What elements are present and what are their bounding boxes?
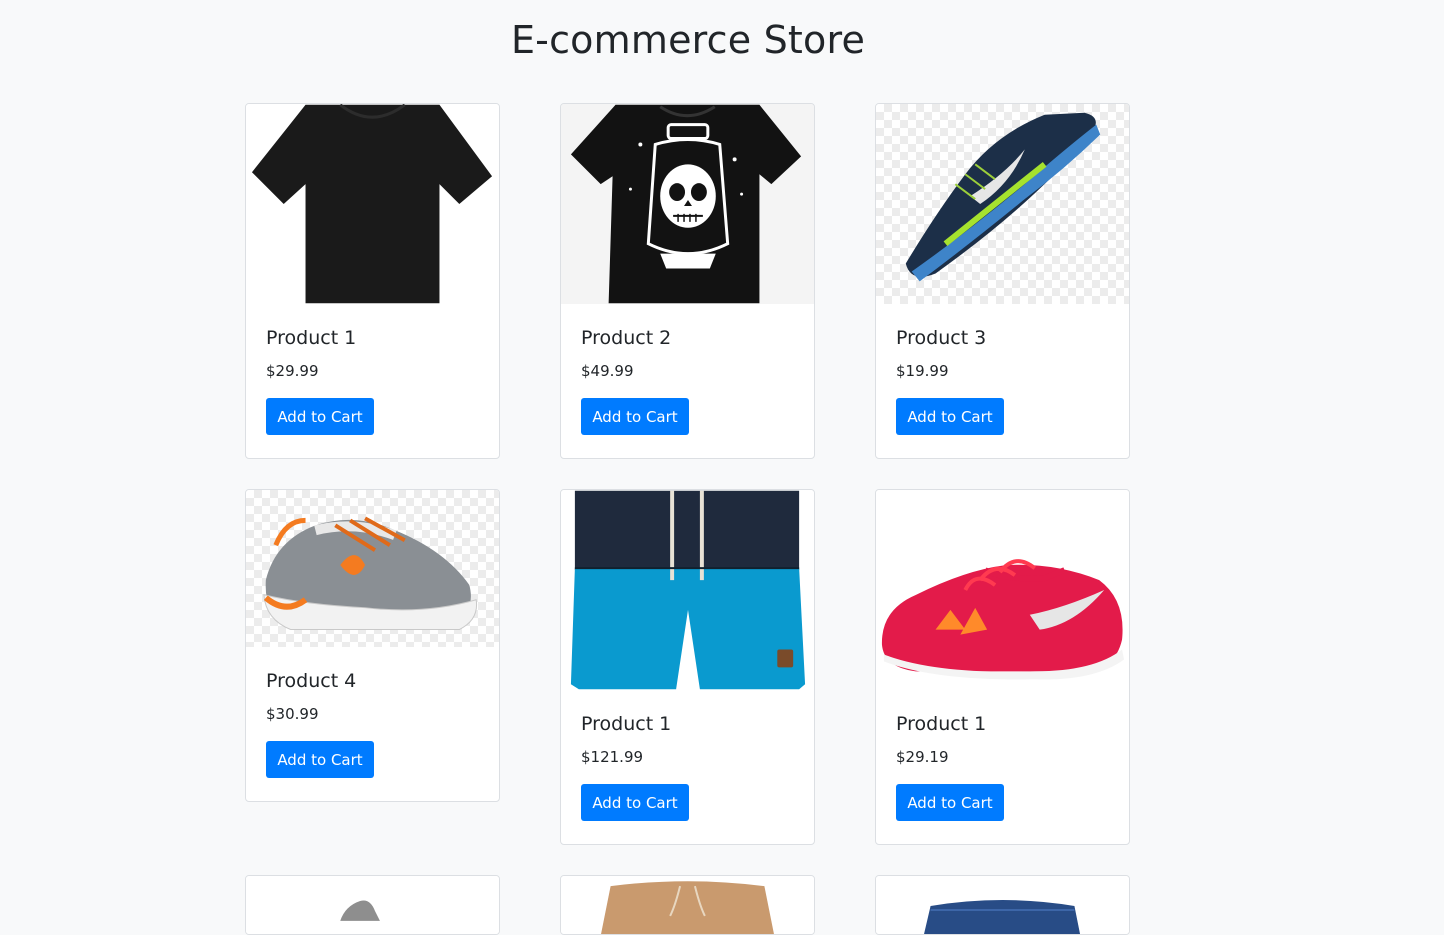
denim-shorts-image[interactable] [876,876,1129,934]
add-to-cart-button[interactable]: Add to Cart [266,398,374,435]
add-to-cart-button[interactable]: Add to Cart [581,398,689,435]
red-running-shoe-image[interactable] [876,490,1129,690]
product-price: $29.19 [896,748,949,766]
add-to-cart-button[interactable]: Add to Cart [896,398,1004,435]
blue-swim-shorts-image[interactable] [561,490,814,690]
product-card: Product 3 $19.99 Add to Cart [875,103,1130,459]
tan-shorts-image[interactable] [561,876,814,934]
skull-print-tshirt-image[interactable] [561,104,814,304]
product-name: Product 1 [896,713,987,735]
product-card [245,875,500,935]
add-to-cart-button[interactable]: Add to Cart [896,784,1004,821]
product-card: Product 1 $29.99 Add to Cart [245,103,500,459]
product-name: Product 1 [266,327,357,349]
product-price: $30.99 [266,705,319,723]
product-card [875,875,1130,935]
add-to-cart-button[interactable]: Add to Cart [581,784,689,821]
blue-running-shoe-image[interactable] [876,104,1129,304]
product-name: Product 2 [581,327,672,349]
product-price: $49.99 [581,362,634,380]
product-name: Product 3 [896,327,987,349]
product-name: Product 4 [266,670,357,692]
page-title: E-commerce Store [510,18,866,62]
black-tshirt-image[interactable] [246,104,499,304]
gray-orange-sneaker-image[interactable] [246,490,499,647]
product-card: Product 4 $30.99 Add to Cart [245,489,500,802]
product-price: $29.99 [266,362,319,380]
product-name: Product 1 [581,713,672,735]
product-price: $19.99 [896,362,949,380]
add-to-cart-button[interactable]: Add to Cart [266,741,374,778]
product-card: Product 1 $121.99 Add to Cart [560,489,815,845]
product-price: $121.99 [581,748,644,766]
product-card [560,875,815,935]
silver-shoe-image[interactable] [246,876,499,934]
product-card: Product 2 $49.99 Add to Cart [560,103,815,459]
product-card: Product 1 $29.19 Add to Cart [875,489,1130,845]
